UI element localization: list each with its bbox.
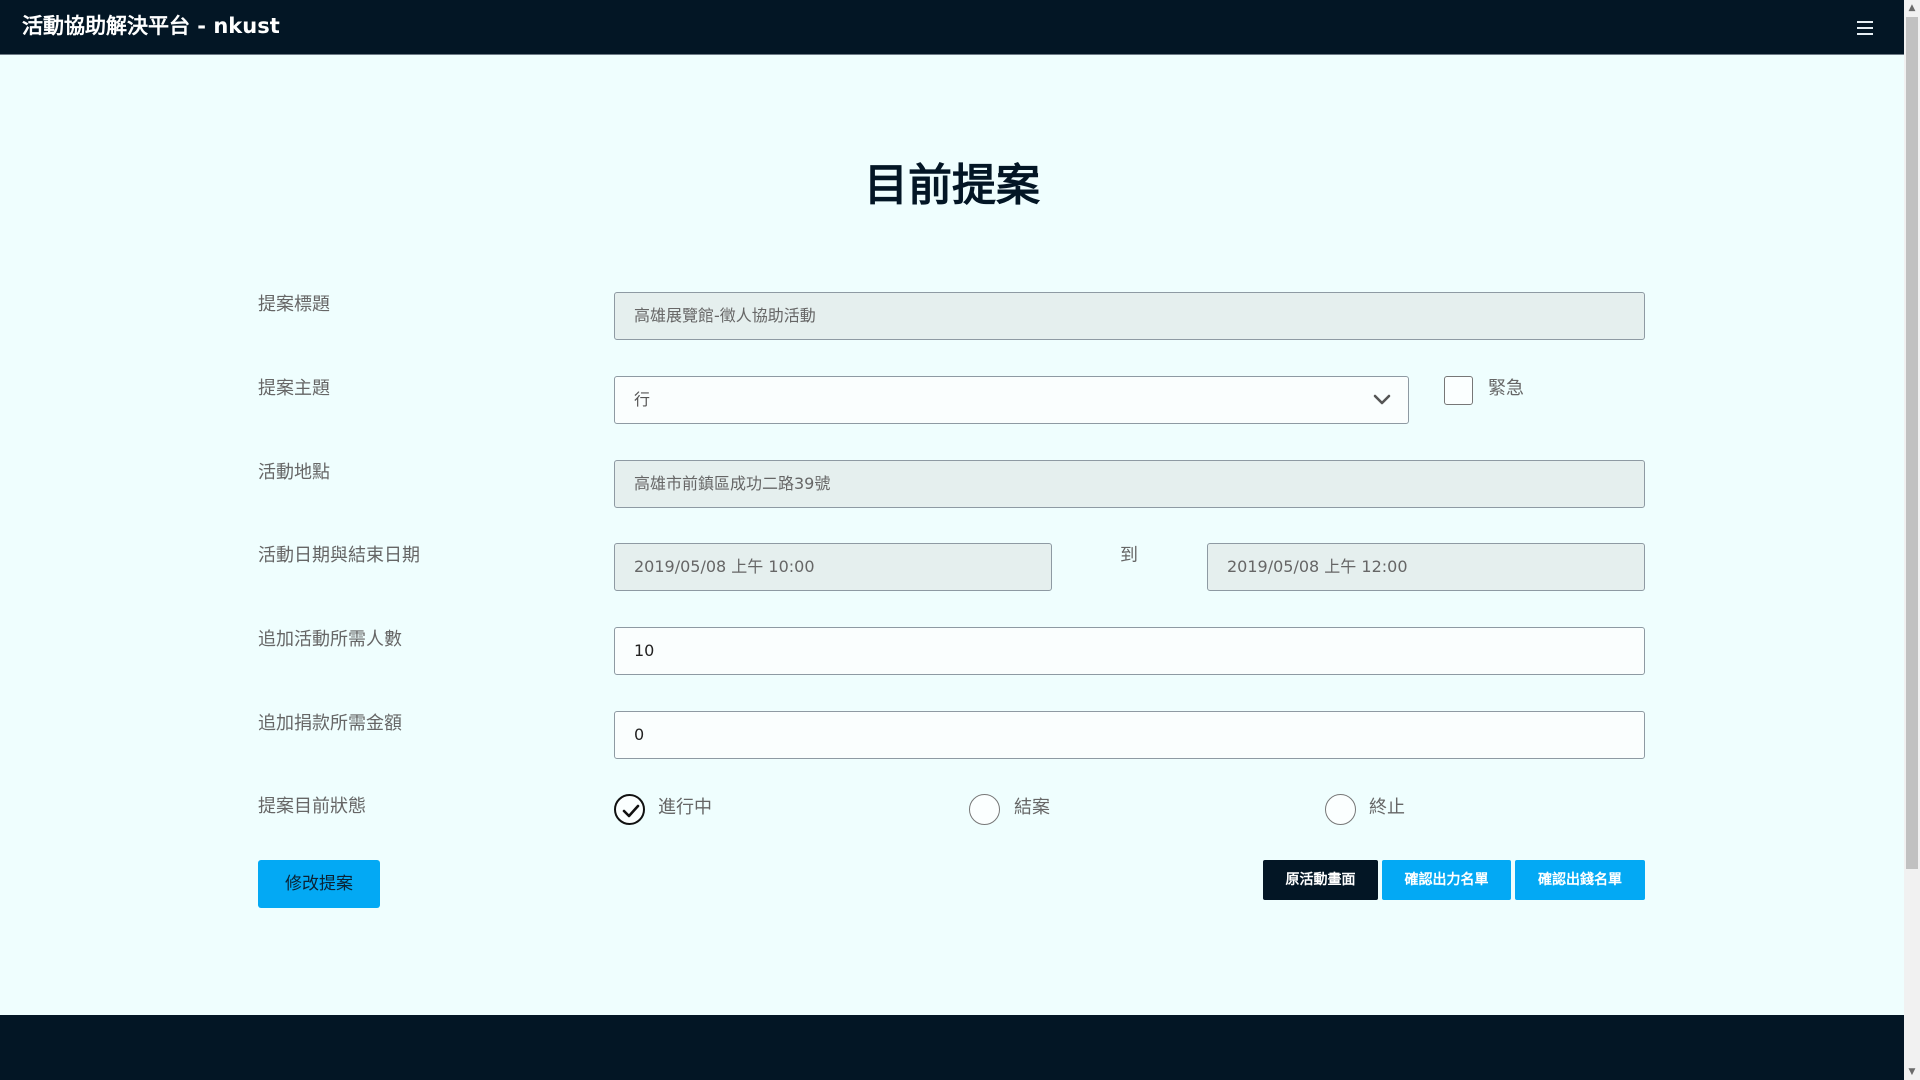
chevron-down-icon xyxy=(1373,394,1391,405)
status-option-label: 進行中 xyxy=(658,797,712,818)
location-label: 活動地點 xyxy=(258,462,330,483)
confirm-donor-list-button[interactable]: 確認出錢名單 xyxy=(1515,860,1645,900)
proposal-topic-select[interactable]: 行 xyxy=(614,376,1409,424)
page-title: 目前提案 xyxy=(864,160,1040,211)
top-navbar: 活動協助解決平台 - nkust xyxy=(0,0,1904,55)
urgent-checkbox-label: 緊急 xyxy=(1488,378,1524,399)
original-activity-button[interactable]: 原活動畫面 xyxy=(1263,860,1378,900)
scroll-down-arrow-icon[interactable]: ▼ xyxy=(1904,1064,1920,1080)
status-radio-closed[interactable] xyxy=(969,794,1000,825)
hamburger-menu-icon[interactable] xyxy=(1851,16,1879,40)
edit-proposal-button[interactable]: 修改提案 xyxy=(258,860,380,908)
people-needed-label: 追加活動所需人數 xyxy=(258,629,402,650)
vertical-scrollbar[interactable]: ▲ ▼ xyxy=(1904,0,1920,1080)
status-option-label: 結案 xyxy=(1014,797,1050,818)
status-radio-in-progress[interactable] xyxy=(614,794,645,825)
donation-amount-label: 追加捐款所需金額 xyxy=(258,713,402,734)
location-field[interactable]: 高雄市前鎮區成功二路39號 xyxy=(614,460,1645,508)
status-radio-terminated[interactable] xyxy=(1325,794,1356,825)
proposal-topic-label: 提案主題 xyxy=(258,378,330,399)
proposal-topic-selected-value: 行 xyxy=(634,390,651,409)
checkmark-icon xyxy=(622,804,640,818)
scroll-up-arrow-icon[interactable]: ▲ xyxy=(1904,0,1920,16)
status-label: 提案目前狀態 xyxy=(258,796,366,817)
donation-amount-input[interactable]: 0 xyxy=(614,711,1645,759)
brand-title[interactable]: 活動協助解決平台 - nkust xyxy=(22,12,280,40)
dates-label: 活動日期與結束日期 xyxy=(258,545,420,566)
scrollbar-thumb[interactable] xyxy=(1906,17,1918,869)
page-footer xyxy=(0,1015,1904,1080)
start-date-field[interactable]: 2019/05/08 上午 10:00 xyxy=(614,543,1052,591)
proposal-title-field[interactable]: 高雄展覽館-徵人協助活動 xyxy=(614,292,1645,340)
date-range-to-label: 到 xyxy=(1120,545,1138,566)
proposal-title-label: 提案標題 xyxy=(258,294,330,315)
confirm-labor-list-button[interactable]: 確認出力名單 xyxy=(1382,860,1511,900)
people-needed-input[interactable]: 10 xyxy=(614,627,1645,675)
urgent-checkbox[interactable] xyxy=(1444,376,1473,405)
end-date-field[interactable]: 2019/05/08 上午 12:00 xyxy=(1207,543,1645,591)
status-option-label: 終止 xyxy=(1369,797,1405,818)
